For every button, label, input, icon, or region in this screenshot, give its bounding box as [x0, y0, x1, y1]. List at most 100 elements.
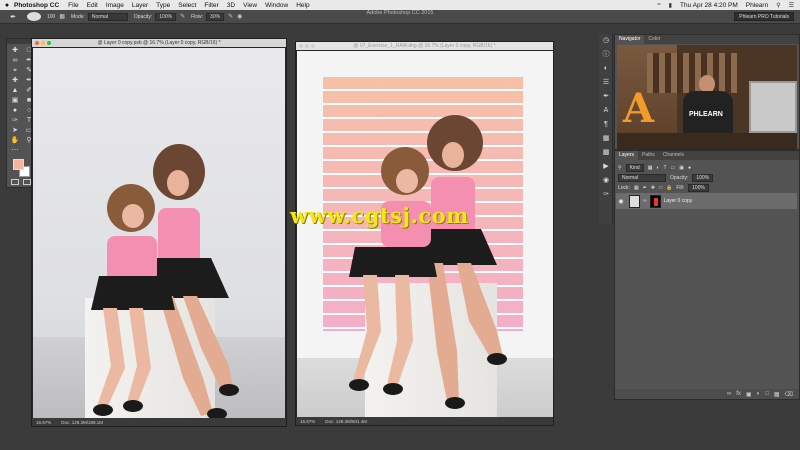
swatches-panel-icon[interactable]: ▦ — [599, 132, 613, 146]
document-1-canvas[interactable] — [33, 48, 285, 418]
adjustment-layer-icon[interactable]: ◐ — [757, 391, 761, 397]
close-window-icon[interactable] — [299, 44, 303, 48]
minimize-window-icon[interactable] — [41, 41, 45, 45]
move-tool-icon[interactable]: ✚ — [9, 46, 21, 55]
healing-tool-icon[interactable]: ✚ — [9, 76, 21, 85]
document-2-canvas[interactable] — [297, 51, 553, 418]
user-name[interactable]: Phlearn — [746, 2, 768, 9]
properties-panel-icon[interactable]: ☰ — [599, 76, 613, 90]
filter-shape-icon[interactable]: ▭ — [671, 165, 676, 171]
link-layers-icon[interactable]: ∞ — [727, 391, 731, 397]
zoom-window-icon[interactable] — [311, 44, 315, 48]
crop-tool-icon[interactable]: ⌖ — [9, 66, 21, 75]
menu-filter[interactable]: Filter — [204, 2, 218, 9]
tab-color[interactable]: Color — [644, 35, 664, 44]
lock-transparency-icon[interactable]: ▦ — [634, 185, 639, 191]
document-1-zoom[interactable]: 16.67% — [36, 420, 51, 425]
menu-window[interactable]: Window — [265, 2, 288, 9]
clone-stamp-tool-icon[interactable]: ▲ — [9, 86, 21, 95]
layers-panel: Layers Paths Channels ⚲ Kind ▦ ◐ T ▭ ▣ ●… — [614, 150, 800, 400]
blend-mode-select[interactable]: Normal — [618, 173, 666, 182]
apple-menu-icon[interactable]: ● — [0, 2, 14, 9]
tab-navigator[interactable]: Navigator — [615, 35, 645, 44]
mask-link-icon[interactable]: ∞ — [643, 198, 647, 204]
layer-opacity-field[interactable]: 100% — [692, 173, 714, 182]
foreground-color-swatch[interactable] — [13, 159, 24, 170]
document-1-titlebar[interactable]: @ Layer 0 copy.psb @ 16.7% (Layer 0 copy… — [32, 39, 286, 47]
paths-panel-icon[interactable]: ✑ — [599, 188, 613, 202]
history-panel-icon[interactable]: ◷ — [599, 34, 613, 48]
pen-tool-icon[interactable]: ✑ — [9, 116, 21, 125]
document-1-size[interactable]: Doc: 128.3M/189.1M — [61, 420, 103, 425]
add-mask-icon[interactable]: ▣ — [746, 391, 752, 398]
menu-help[interactable]: Help — [296, 2, 309, 9]
zoom-window-icon[interactable] — [47, 41, 51, 45]
lock-artboard-icon[interactable]: □ — [659, 185, 662, 191]
menu-edit[interactable]: Edit — [87, 2, 98, 9]
layer-mask-thumbnail[interactable] — [649, 194, 661, 208]
document-2-size[interactable]: Doc: 128.3M/601.4M — [325, 419, 367, 424]
hand-tool-icon[interactable]: ✋ — [9, 136, 21, 145]
filter-smart-icon[interactable]: ▣ — [679, 165, 684, 171]
styles-panel-icon[interactable]: ▩ — [599, 146, 613, 160]
document-2-titlebar[interactable]: @ 07_Exercise_1_RAW.dng @ 16.7% (Layer 0… — [296, 42, 553, 50]
document-1-title: @ Layer 0 copy.psb @ 16.7% (Layer 0 copy… — [97, 40, 221, 46]
info-panel-icon[interactable]: ⓘ — [599, 48, 613, 62]
layer-thumbnail[interactable] — [629, 194, 640, 208]
quick-mask-icon[interactable] — [11, 179, 19, 185]
filter-pixel-icon[interactable]: ▦ — [648, 165, 653, 171]
filter-toggle-icon[interactable]: ● — [688, 165, 691, 171]
adjustments-panel-icon[interactable]: ◐ — [599, 62, 613, 76]
layer-name[interactable]: Layer 0 copy — [664, 198, 693, 204]
tab-paths[interactable]: Paths — [638, 151, 659, 160]
tab-layers[interactable]: Layers — [615, 151, 639, 160]
clock[interactable]: Thu Apr 28 4:20 PM — [680, 2, 738, 9]
more-tools-icon[interactable]: ⋯ — [9, 146, 21, 155]
character-panel-icon[interactable]: A — [599, 104, 613, 118]
battery-icon[interactable]: ▮ — [669, 2, 672, 9]
menu-select[interactable]: Select — [178, 2, 196, 9]
collapsed-panels-strip: ◷ ⓘ ◐ ☰ ✒ A ¶ ▦ ▩ ▶ ◉ ✑ — [599, 34, 613, 224]
document-2-zoom[interactable]: 16.67% — [300, 419, 315, 424]
menu-3d[interactable]: 3D — [227, 2, 235, 9]
tab-channels[interactable]: Channels — [659, 151, 688, 160]
app-menu[interactable]: Photoshop CC — [14, 2, 59, 9]
filter-kind-select[interactable]: Kind — [625, 163, 644, 172]
menu-layer[interactable]: Layer — [132, 2, 148, 9]
document-window-1: @ Layer 0 copy.psb @ 16.7% (Layer 0 copy… — [31, 38, 287, 427]
menu-file[interactable]: File — [68, 2, 78, 9]
actions-panel-icon[interactable]: ▶ — [599, 160, 613, 174]
lock-position-icon[interactable]: ✚ — [651, 185, 655, 191]
brush-panel-icon[interactable]: ✒ — [599, 90, 613, 104]
layer-row[interactable]: ◉ ∞ Layer 0 copy — [616, 193, 797, 209]
menu-view[interactable]: View — [243, 2, 257, 9]
menu-image[interactable]: Image — [106, 2, 124, 9]
notifications-icon[interactable]: ☰ — [789, 2, 794, 9]
minimize-window-icon[interactable] — [305, 44, 309, 48]
lock-pixels-icon[interactable]: ✒ — [643, 185, 647, 191]
fill-field[interactable]: 100% — [688, 183, 709, 192]
filter-adjustment-icon[interactable]: ◐ — [656, 165, 659, 171]
close-window-icon[interactable] — [35, 41, 39, 45]
eraser-tool-icon[interactable]: ▣ — [9, 96, 21, 105]
document-2-statusbar: 16.67% Doc: 128.3M/601.4M — [296, 417, 553, 425]
lock-all-icon[interactable]: 🔒 — [666, 185, 672, 191]
path-select-tool-icon[interactable]: ➤ — [9, 126, 21, 135]
menu-type[interactable]: Type — [156, 2, 170, 9]
paragraph-panel-icon[interactable]: ¶ — [599, 118, 613, 132]
layer-style-icon[interactable]: fx — [736, 391, 741, 397]
channels-panel-icon[interactable]: ◉ — [599, 174, 613, 188]
layers-footer: ∞ fx ▣ ◐ □ ▦ ⌫ — [615, 389, 799, 399]
visibility-eye-icon[interactable]: ◉ — [616, 198, 626, 205]
workspace-switcher[interactable]: Phlearn PRO Tutorials — [734, 12, 794, 21]
document-1-statusbar: 16.67% Doc: 128.3M/189.1M — [32, 418, 286, 426]
wifi-icon[interactable]: ≈ — [657, 2, 660, 8]
new-group-icon[interactable]: □ — [765, 391, 769, 397]
lasso-tool-icon[interactable]: ∞ — [9, 56, 21, 65]
new-layer-icon[interactable]: ▦ — [774, 391, 780, 398]
delete-layer-icon[interactable]: ⌫ — [785, 391, 793, 398]
spotlight-icon[interactable]: ⚲ — [776, 2, 780, 9]
filter-type-icon[interactable]: T — [663, 165, 666, 171]
blur-tool-icon[interactable]: ● — [9, 106, 21, 115]
screen-mode-icon[interactable] — [23, 179, 31, 185]
